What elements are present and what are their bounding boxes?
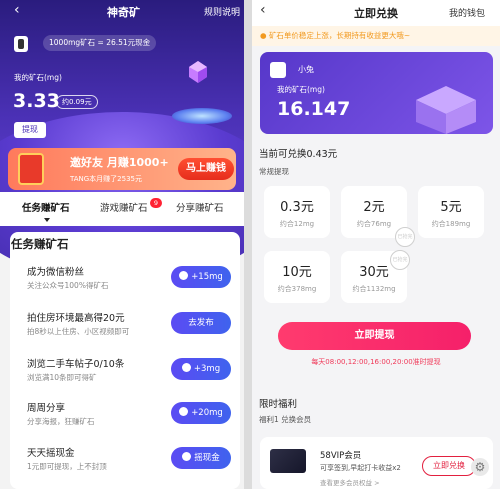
withdraw-now-button[interactable]: 立即提现 [278, 322, 471, 350]
redeem-vip-button[interactable]: 立即兑换 [422, 456, 476, 476]
ore-icon [182, 452, 192, 461]
ore-icon [179, 271, 189, 280]
cube-icon [416, 86, 476, 134]
back-icon[interactable]: ‹ [260, 2, 266, 18]
page-title: 立即兑换 [354, 7, 398, 20]
option-amount: 10元 [282, 265, 312, 280]
withdraw-button[interactable]: 提现 [14, 122, 46, 138]
task-desc: 关注公众号100%得矿石 [27, 281, 109, 290]
task-item: 拍住房环境最高得20元 拍8秒以上住房、小区视频即可 去发布 [27, 310, 237, 350]
exchangeable-label: 当前可兑换0.43元 [259, 146, 337, 160]
yuan-estimate: 约0.09元 [56, 95, 98, 109]
task-desc: 浏览满10条即可得矿 [27, 373, 97, 382]
task-name: 浏览二手车帖子0/10条 [27, 359, 125, 370]
top-bar: ‹ 立即兑换 我的钱包 [252, 0, 500, 26]
task-button-label: +20mg [191, 408, 223, 418]
ore-icon [179, 407, 189, 416]
task-reward-button[interactable]: +15mg [171, 266, 231, 288]
notice-text: 矿石单价稳定上涨，长期持有收益更大哦~ [268, 31, 411, 40]
ore-icon [181, 363, 191, 372]
task-desc: 1元即可提现，上不封顶 [27, 462, 107, 471]
active-tab-indicator [44, 218, 50, 222]
invite-banner[interactable]: 邀好友 月赚1000+ TANG本月赚了2535元 马上赚钱 [8, 148, 236, 190]
vip-name: 58VIP会员 [320, 451, 362, 461]
option-amount: 2元 [363, 200, 385, 215]
exchange-page: ‹ 立即兑换 我的钱包 ● 矿石单价稳定上涨，长期持有收益更大哦~ 小兔 我的矿… [252, 0, 500, 489]
option-amount: 5元 [440, 200, 462, 215]
benefits-title: 限时福利 [259, 399, 298, 410]
option-sub: 约合189mg [431, 220, 471, 228]
task-name: 周周分享 [27, 403, 66, 414]
warning-icon: ● [260, 31, 269, 40]
publish-button[interactable]: 去发布 [171, 312, 231, 334]
back-icon[interactable]: ‹ [14, 2, 20, 18]
task-name: 成为微信粉丝 [27, 267, 85, 278]
task-desc: 拍8秒以上住房、小区视频即可 [27, 327, 130, 336]
shake-cash-button[interactable]: 摇现金 [171, 447, 231, 469]
task-name: 拍住房环境最高得20元 [27, 313, 125, 324]
task-desc: 分享海报，狂赚矿石 [27, 417, 95, 426]
red-packet-icon [18, 153, 44, 185]
withdraw-schedule-note: 每天08:00,12:00,16:00,20:00准时提现 [311, 358, 441, 366]
user-name: 小兔 [298, 65, 314, 74]
my-ore-value: 3.33 [13, 90, 60, 112]
settings-icon[interactable]: ⚙ [471, 458, 489, 476]
ore-balance-card: 小兔 我的矿石(mg) 16.147 [260, 52, 493, 134]
my-ore-label: 我的矿石(mg) [277, 85, 325, 94]
option-sub: 约合1132mg [352, 285, 396, 293]
task-item: 周周分享 分享海报，狂赚矿石 +20mg [27, 400, 237, 440]
banner-subtitle: TANG本月赚了2535元 [70, 175, 142, 183]
task-reward-button[interactable]: +20mg [171, 402, 231, 424]
earn-now-button[interactable]: 马上赚钱 [178, 158, 234, 180]
option-sub: 约合12mg [279, 220, 315, 228]
game-tab-badge: 9 [150, 198, 162, 208]
vip-card: 58VIP会员 可享签到,早起打卡收益x2 查看更多会员权益 > 立即兑换 [260, 437, 493, 489]
my-ore-value: 16.147 [277, 98, 351, 120]
task-item: 成为微信粉丝 关注公众号100%得矿石 +15mg [27, 264, 237, 304]
benefits-subtitle: 福利1 兑换会员 [259, 415, 312, 424]
task-button-label: 摇现金 [194, 453, 220, 463]
option-sub: 约合378mg [277, 285, 317, 293]
option-amount: 0.3元 [280, 200, 314, 215]
mine-page: ‹ 神奇矿 规则说明 1000mg矿石 = 26.51元现金 我的矿石(mg) … [0, 0, 244, 489]
gem-icon [189, 61, 207, 83]
task-button-label: +3mg [193, 364, 221, 374]
tab-task[interactable]: 任务赚矿石 [22, 200, 70, 214]
pedestal-graphic [172, 108, 232, 124]
withdraw-option[interactable]: 0.3元约合12mg [264, 186, 330, 238]
sold-out-stamp: 已抢完 [390, 250, 410, 270]
tab-share[interactable]: 分享赚矿石 [176, 200, 224, 214]
task-item: 天天摇现金 1元即可提现，上不封顶 摇现金 [27, 445, 237, 485]
vip-more-link[interactable]: 查看更多会员权益 > [320, 477, 380, 487]
withdraw-option[interactable]: 10元约合378mg [264, 251, 330, 303]
exchangeable-prefix: 当前可兑换 [259, 149, 307, 160]
tab-game[interactable]: 游戏赚矿石 [100, 200, 148, 214]
wallet-link[interactable]: 我的钱包 [449, 6, 485, 19]
sold-out-stamp: 已抢完 [395, 227, 415, 247]
withdraw-option[interactable]: 5元约合189mg [418, 186, 484, 238]
task-item: 浏览二手车帖子0/10条 浏览满10条即可得矿 +3mg [27, 356, 237, 396]
banner-title: 邀好友 月赚1000+ [70, 156, 169, 169]
task-reward-button[interactable]: +3mg [171, 358, 231, 380]
rules-link[interactable]: 规则说明 [204, 5, 240, 18]
vip-desc: 可享签到,早起打卡收益x2 [320, 464, 401, 472]
avatar[interactable] [14, 36, 28, 52]
option-sub: 约合76mg [356, 220, 392, 228]
page-title: 神奇矿 [107, 6, 140, 19]
exchangeable-value: 0.43元 [306, 149, 338, 160]
price-notice: ● 矿石单价稳定上涨，长期持有收益更大哦~ [252, 26, 500, 46]
avatar [270, 62, 286, 78]
task-section-title: 任务赚矿石 [11, 237, 69, 251]
section-label: 常规提现 [259, 167, 289, 176]
task-button-label: 去发布 [188, 318, 214, 328]
my-ore-label: 我的矿石(mg) [14, 73, 62, 82]
vip-card-image [270, 449, 306, 473]
tab-bar: 任务赚矿石 游戏赚矿石 分享赚矿石 [0, 192, 244, 226]
task-button-label: +15mg [191, 272, 223, 282]
exchange-rate-pill: 1000mg矿石 = 26.51元现金 [43, 35, 157, 51]
task-name: 天天摇现金 [27, 448, 75, 459]
